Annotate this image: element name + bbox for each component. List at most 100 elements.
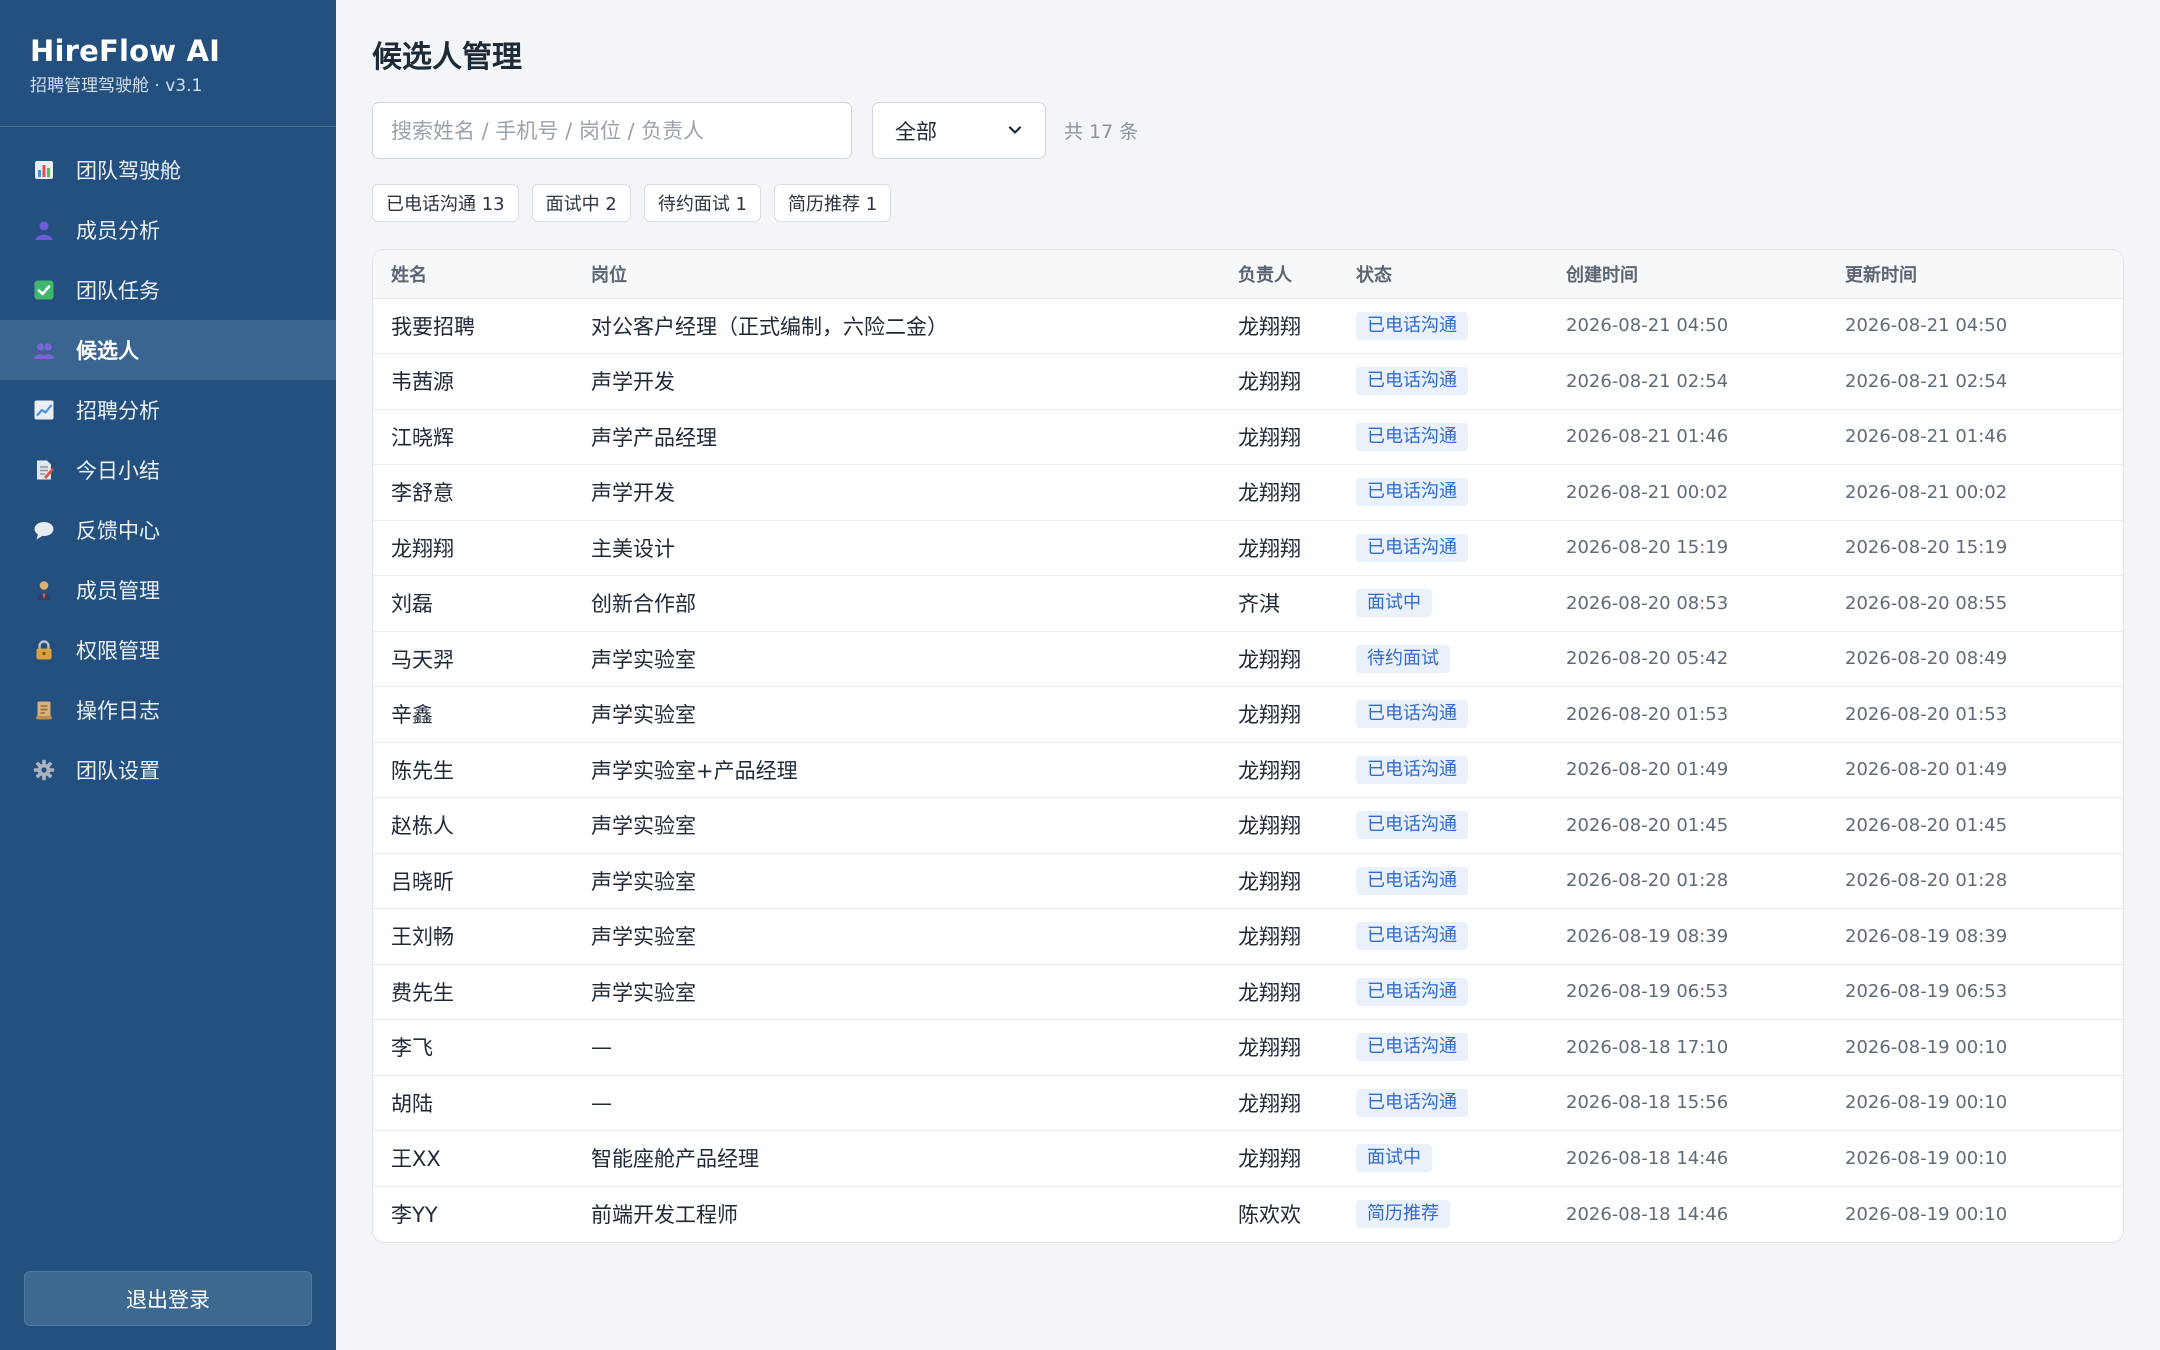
- updated-time: 2026-08-19 00:10: [1827, 1130, 2123, 1187]
- position-cell: 智能座舱产品经理: [573, 1130, 1220, 1187]
- sidebar-item-9[interactable]: 权限管理: [0, 620, 336, 680]
- table-row[interactable]: 王XX 智能座舱产品经理 龙翔翔 面试中 2026-08-18 14:46 2026-08…: [373, 1130, 2123, 1187]
- status-cell: 已电话沟通: [1338, 797, 1548, 854]
- created-time: 2026-08-20 01:45: [1548, 797, 1827, 854]
- candidate-name: 王XX: [373, 1130, 573, 1187]
- people-icon: [33, 339, 55, 361]
- sidebar: HireFlow AI 招聘管理驾驶舱 · v3.1 团队驾驶舱 成员分析团队任务…: [0, 0, 336, 1350]
- created-time: 2026-08-20 15:19: [1548, 520, 1827, 576]
- updated-time: 2026-08-21 02:54: [1827, 353, 2123, 410]
- bar-chart-icon: [33, 159, 55, 181]
- status-cell: 已电话沟通: [1338, 353, 1548, 410]
- status-chip[interactable]: 面试中 2: [531, 184, 631, 222]
- table-row[interactable]: 王刘畅 声学实验室 龙翔翔 已电话沟通 2026-08-19 08:39 2026-08-…: [373, 908, 2123, 965]
- status-filter-select[interactable]: 全部: [872, 102, 1046, 159]
- owner-cell: 龙翔翔: [1220, 1130, 1338, 1187]
- table-header-row: 姓名 岗位 负责人 状态 创建时间 更新时间: [373, 250, 2123, 299]
- status-cell: 面试中: [1338, 1130, 1548, 1187]
- table-row[interactable]: 李舒意 声学开发 龙翔翔 已电话沟通 2026-08-21 00:02 2026-08-2…: [373, 464, 2123, 521]
- position-cell: 声学实验室: [573, 631, 1220, 687]
- updated-time: 2026-08-20 15:19: [1827, 520, 2123, 576]
- sidebar-item-4[interactable]: 候选人: [0, 320, 336, 380]
- owner-cell: 龙翔翔: [1220, 742, 1338, 798]
- sidebar-nav: 团队驾驶舱 成员分析团队任务候选人 招聘分析 今日小结 反馈中心成员管理权限管理操作日志…: [0, 140, 336, 800]
- sidebar-item-2[interactable]: 成员分析: [0, 200, 336, 260]
- status-badge: 已电话沟通: [1356, 922, 1468, 951]
- result-count: 共 17 条: [1064, 121, 1139, 143]
- position-cell: —: [573, 1075, 1220, 1131]
- status-badge: 待约面试: [1356, 644, 1450, 673]
- status-chip[interactable]: 已电话沟通 13: [372, 184, 519, 222]
- created-time: 2026-08-21 04:50: [1548, 298, 1827, 354]
- table-row[interactable]: 胡陆 — 龙翔翔 已电话沟通 2026-08-18 15:56 2026-08-19 00…: [373, 1075, 2123, 1131]
- status-cell: 已电话沟通: [1338, 1075, 1548, 1131]
- created-time: 2026-08-21 00:02: [1548, 464, 1827, 521]
- sidebar-item-label: 操作日志: [76, 699, 160, 723]
- column-header: 姓名: [373, 250, 573, 299]
- sidebar-item-label: 团队任务: [76, 279, 160, 303]
- status-badge: 面试中: [1356, 589, 1432, 618]
- table-row[interactable]: 刘磊 创新合作部 齐淇 面试中 2026-08-20 08:53 2026-08-20 0…: [373, 575, 2123, 632]
- owner-cell: 龙翔翔: [1220, 908, 1338, 965]
- owner-cell: 龙翔翔: [1220, 464, 1338, 521]
- table-row[interactable]: 马天羿 声学实验室 龙翔翔 待约面试 2026-08-20 05:42 2026-08-2…: [373, 631, 2123, 687]
- sidebar-item-1[interactable]: 团队驾驶舱: [0, 140, 336, 200]
- table-row[interactable]: 陈先生 声学实验室+产品经理 龙翔翔 已电话沟通 2026-08-20 01:49 202…: [373, 742, 2123, 798]
- status-chip[interactable]: 简历推荐 1: [774, 184, 892, 222]
- brand: HireFlow AI 招聘管理驾驶舱 · v3.1: [0, 0, 336, 127]
- chevron-down-icon: [1007, 119, 1023, 143]
- column-header: 创建时间: [1548, 250, 1827, 299]
- sidebar-item-8[interactable]: 成员管理: [0, 560, 336, 620]
- candidate-name: 李YY: [391, 1203, 438, 1227]
- search-input[interactable]: [372, 102, 852, 159]
- sidebar-item-3[interactable]: 团队任务: [0, 260, 336, 320]
- table-row[interactable]: 江晓辉 声学产品经理 龙翔翔 已电话沟通 2026-08-21 01:46 2026-08…: [373, 409, 2123, 465]
- table-row[interactable]: 费先生 声学实验室 龙翔翔 已电话沟通 2026-08-19 06:53 2026-08-…: [373, 964, 2123, 1020]
- table-row[interactable]: 韦茜源 声学开发 龙翔翔 已电话沟通 2026-08-21 02:54 2026-08-2…: [373, 353, 2123, 410]
- table-row[interactable]: 李飞 — 龙翔翔 已电话沟通 2026-08-18 17:10 2026-08-19 00…: [373, 1019, 2123, 1076]
- sidebar-item-6[interactable]: 今日小结: [0, 440, 336, 500]
- created-time: 2026-08-19 08:39: [1548, 908, 1827, 965]
- scroll-icon: [33, 699, 55, 721]
- candidate-name: 韦茜源: [373, 353, 573, 410]
- candidate-name: 江晓辉: [373, 409, 573, 465]
- updated-time: 2026-08-21 01:46: [1827, 409, 2123, 465]
- created-time: 2026-08-18 14:46: [1548, 1130, 1827, 1187]
- sidebar-item-7[interactable]: 反馈中心: [0, 500, 336, 560]
- table-row[interactable]: 龙翔翔 主美设计 龙翔翔 已电话沟通 2026-08-20 15:19 2026-08-2…: [373, 520, 2123, 576]
- table-row[interactable]: 吕晓昕 声学实验室 龙翔翔 已电话沟通 2026-08-20 01:28 2026-08-…: [373, 853, 2123, 909]
- status-chips: 已电话沟通 13 面试中 2 待约面试 1 简历推荐 1: [372, 184, 2124, 222]
- status-cell: 待约面试: [1338, 631, 1548, 687]
- candidate-name: 我要招聘: [373, 298, 573, 354]
- updated-time: 2026-08-19 08:39: [1827, 908, 2123, 965]
- created-time: 2026-08-18 15:56: [1548, 1075, 1827, 1131]
- position-cell: 声学实验室+产品经理: [573, 742, 1220, 798]
- table-row[interactable]: 我要招聘 对公客户经理（正式编制，六险二金） 龙翔翔 已电话沟通 2026-08-21 …: [373, 298, 2123, 354]
- updated-time: 2026-08-20 01:53: [1827, 686, 2123, 743]
- table-row[interactable]: 李YY 前端开发工程师 陈欢欢 简历推荐 2026-08-18 14:46 2026-08…: [373, 1186, 2123, 1242]
- position-cell: 对公客户经理（正式编制，六险二金）: [573, 298, 1220, 354]
- logout-button[interactable]: 退出登录: [24, 1271, 312, 1326]
- created-time: 2026-08-18 17:10: [1548, 1019, 1827, 1076]
- sidebar-item-10[interactable]: 操作日志: [0, 680, 336, 740]
- position-cell: 主美设计: [573, 520, 1220, 576]
- sidebar-item-11[interactable]: 团队设置: [0, 740, 336, 800]
- toolbar: 全部 共 17 条: [372, 102, 2124, 159]
- updated-time: 2026-08-21 00:02: [1827, 464, 2123, 521]
- gear-icon: [33, 759, 55, 781]
- status-cell: 已电话沟通: [1338, 409, 1548, 465]
- created-time: 2026-08-21 02:54: [1548, 353, 1827, 410]
- table-row[interactable]: 辛鑫 声学实验室 龙翔翔 已电话沟通 2026-08-20 01:53 2026-08-2…: [373, 686, 2123, 743]
- column-header: 岗位: [573, 250, 1220, 299]
- status-chip[interactable]: 待约面试 1: [643, 184, 762, 222]
- status-cell: 面试中: [1338, 575, 1548, 632]
- position-cell: 声学实验室: [573, 853, 1220, 909]
- status-cell: 已电话沟通: [1338, 742, 1548, 798]
- position-cell: 声学产品经理: [573, 409, 1220, 465]
- owner-cell: 龙翔翔: [1220, 631, 1338, 687]
- table-row[interactable]: 赵栋人 声学实验室 龙翔翔 已电话沟通 2026-08-20 01:45 2026-08-…: [373, 797, 2123, 854]
- sidebar-item-5[interactable]: 招聘分析: [0, 380, 336, 440]
- candidate-table-card: 姓名 岗位 负责人 状态 创建时间 更新时间 我要招聘 对公客户经理（正式编制，六险二金）龙…: [372, 249, 2124, 1243]
- sidebar-item-label: 成员管理: [76, 579, 160, 603]
- created-time: 2026-08-20 01:28: [1548, 853, 1827, 909]
